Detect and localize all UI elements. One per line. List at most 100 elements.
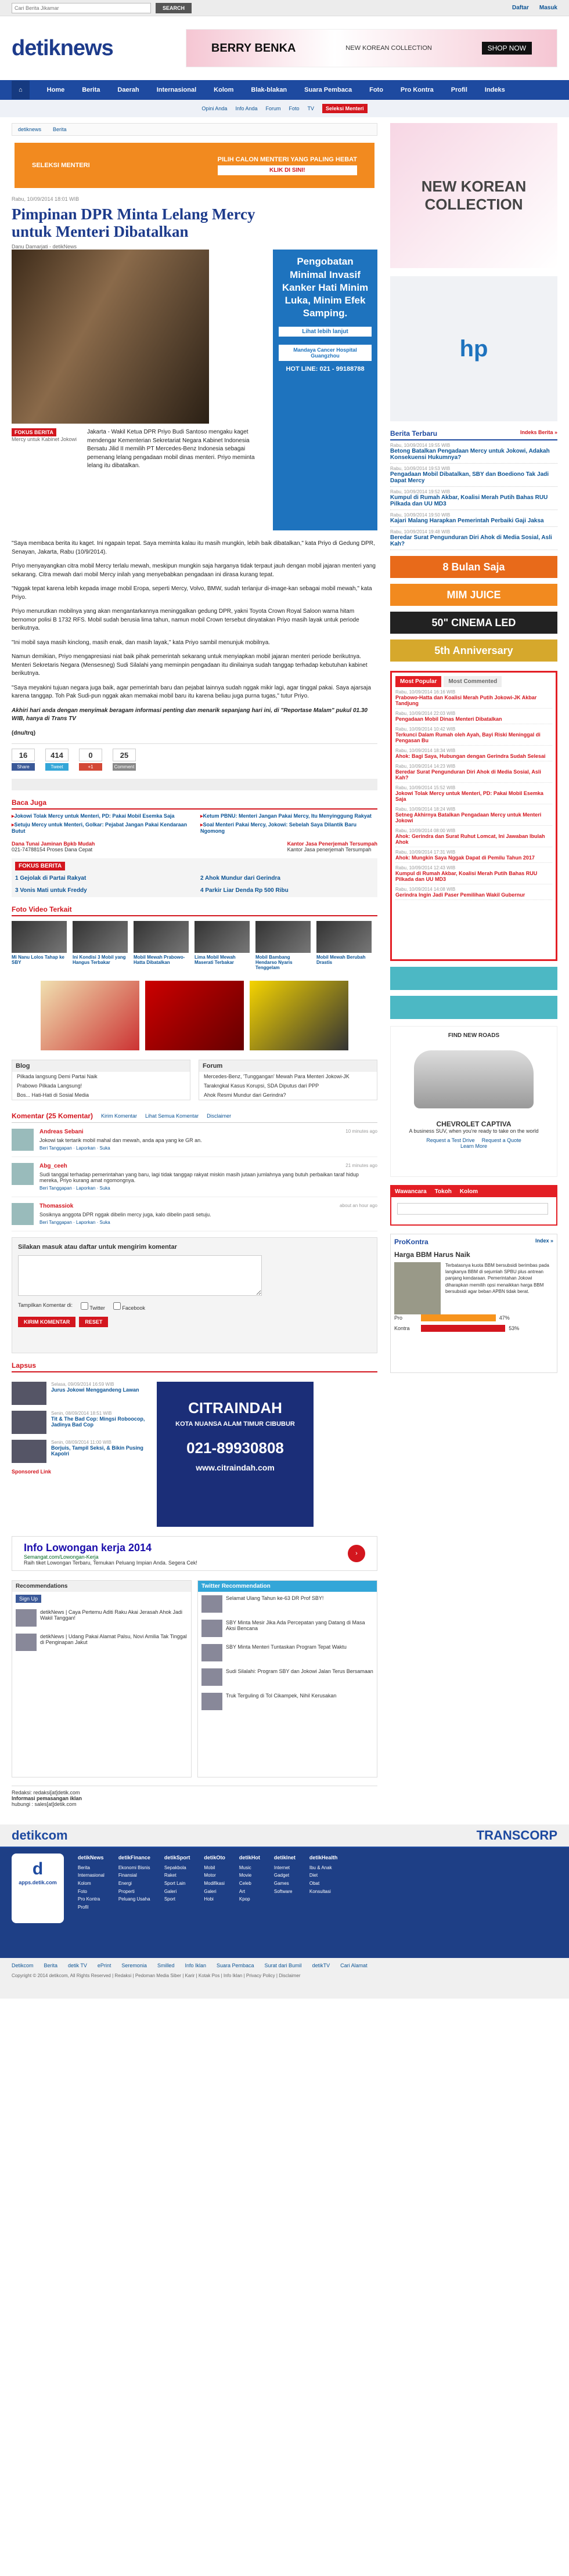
fokus-item[interactable]: 4 Parkir Liar Denda Rp 500 Ribu: [200, 887, 374, 894]
comment-author[interactable]: Abg_ceeh: [39, 1163, 67, 1169]
search-button[interactable]: SEARCH: [156, 2, 192, 13]
popular-item[interactable]: Rabu, 10/09/2014 15:52 WIB Jokowi Tolak M…: [395, 783, 552, 804]
test-drive-link[interactable]: Request a Test Drive: [426, 1137, 474, 1143]
footer-link[interactable]: detikTV: [312, 1963, 330, 1968]
nav-item-internasional[interactable]: Internasional: [157, 86, 196, 93]
reset-button[interactable]: RESET: [79, 1317, 109, 1328]
search-input[interactable]: [12, 2, 151, 13]
fokus-item[interactable]: 1 Gejolak di Partai Rakyat: [15, 875, 189, 881]
ad-one-heart[interactable]: [145, 981, 244, 1051]
tab-kolom[interactable]: Kolom: [460, 1188, 478, 1195]
prokontra-index-link[interactable]: Index »: [535, 1238, 553, 1246]
recommendation-item[interactable]: detikNews | Udang Pakai Alamat Palsu, No…: [12, 1630, 191, 1654]
quote-link[interactable]: Request a Quote: [482, 1137, 521, 1143]
publication-ad[interactable]: [390, 967, 557, 990]
twitter-rec-item[interactable]: Truk Terguling di Tol Cikampek, Nihil Ke…: [198, 1689, 377, 1714]
sponsored-link-left[interactable]: Dana Tunai Jaminan Bpkb Mudah: [12, 841, 95, 847]
nav-home-icon[interactable]: ⌂: [12, 81, 30, 99]
popular-item[interactable]: Rabu, 10/09/2014 14:23 WIB Beredar Surat …: [395, 761, 552, 783]
video-item[interactable]: Mobil Bambang Hendarso Nyaris Tenggelam: [255, 921, 311, 970]
video-item[interactable]: Lima Mobil Mewah Maserati Terbakar: [195, 921, 250, 970]
forum-item[interactable]: Mercedes-Benz, 'Tunggangan' Mewah Para M…: [199, 1072, 377, 1081]
ad-shop-button[interactable]: SHOP NOW: [481, 42, 532, 55]
sales-email[interactable]: hubungi : sales[at]detik.com: [12, 1801, 377, 1807]
facebook-share[interactable]: 16 Share: [12, 749, 35, 771]
twitter-rec-item[interactable]: Selamat Ulang Tahun ke-63 DR Prof SBY!: [198, 1592, 377, 1616]
footer-link[interactable]: Detikcom: [12, 1963, 34, 1968]
popular-item[interactable]: Rabu, 10/09/2014 22:03 WIB Pengadaan Mobi…: [395, 709, 552, 724]
nav-item-indeks[interactable]: Indeks: [485, 86, 505, 93]
twitter-rec-item[interactable]: SBY Minta Mesir Jika Ada Percepatan yang…: [198, 1616, 377, 1641]
chevrolet-ad[interactable]: FIND NEW ROADS CHEVROLET CAPTIVA A busin…: [390, 1026, 557, 1177]
subnav-seleksi-menteri[interactable]: Seleksi Menteri: [322, 104, 368, 113]
video-item[interactable]: Mi Nanu Lolos Tahap ke SBY: [12, 921, 67, 970]
signup-button[interactable]: Sign Up: [16, 1595, 42, 1603]
redaksi-email[interactable]: Redaksi: redaksi[at]detik.com: [12, 1790, 377, 1795]
popular-item[interactable]: Rabu, 10/09/2014 17:31 WIB Ahok: Mungkin …: [395, 847, 552, 863]
forum-item[interactable]: Tarakngkal Kasus Korupsi, SDA Diputus da…: [199, 1081, 377, 1090]
reply-button[interactable]: Beri Tanggapan: [39, 1220, 72, 1225]
popular-item[interactable]: Rabu, 10/09/2014 18:24 WIB Setneg Akhirny…: [395, 804, 552, 826]
reply-button[interactable]: Beri Tanggapan: [39, 1186, 72, 1191]
nav-item-daerah[interactable]: Daerah: [117, 86, 139, 93]
video-item[interactable]: Mobil Mewah Prabowo-Hatta Dibatalkan: [134, 921, 189, 970]
report-button[interactable]: Laporkan: [76, 1146, 95, 1151]
photo-tag[interactable]: FOKUS BERITA: [12, 428, 56, 437]
submit-comment-button[interactable]: KIRIM KOMENTAR: [18, 1317, 76, 1328]
related-item[interactable]: Setuju Mercy untuk Menteri, Golkar: Peja…: [12, 822, 189, 834]
tab-wawancara[interactable]: Wawancara: [395, 1188, 427, 1195]
ad-uob[interactable]: [41, 981, 139, 1051]
video-item[interactable]: Ini Kondisi 3 Mobil yang Hangus Terbakar: [73, 921, 128, 970]
nav-item-home[interactable]: Home: [47, 86, 65, 93]
blog-item[interactable]: Bos... Hati-Hati di Sosial Media: [12, 1090, 190, 1100]
twitter-rec-item[interactable]: Sudi Silalahi: Program SBY dan Jokowi Ja…: [198, 1665, 377, 1689]
breadcrumb-detiknews[interactable]: detiknews: [18, 127, 41, 132]
reply-button[interactable]: Beri Tanggapan: [39, 1146, 72, 1151]
promo-strip[interactable]: 8 Bulan Saja: [390, 556, 557, 578]
all-comments-link[interactable]: Lihat Semua Komentar: [145, 1113, 199, 1119]
promo-strip[interactable]: 5th Anniversary: [390, 640, 557, 662]
footer-link[interactable]: detik TV: [68, 1963, 87, 1968]
forum-item[interactable]: Ahok Resmi Mundur dari Gerindra?: [199, 1090, 377, 1100]
learn-more-link[interactable]: Learn More: [460, 1143, 487, 1149]
footer-link[interactable]: Smilled: [157, 1963, 175, 1968]
nav-item-berita[interactable]: Berita: [82, 86, 100, 93]
popular-item[interactable]: Rabu, 10/09/2014 18:34 WIB Ahok: Bagi Say…: [395, 746, 552, 761]
send-comment-link[interactable]: Kirim Komentar: [101, 1113, 137, 1119]
related-item[interactable]: Jokowi Tolak Mercy untuk Menteri, PD: Pa…: [12, 813, 189, 819]
tab-most-commented[interactable]: Most Commented: [444, 676, 502, 687]
pro-bar[interactable]: Pro 47%: [394, 1314, 553, 1321]
news-item[interactable]: Rabu, 10/09/2014 19:50 WIB Kajari Malang …: [390, 510, 557, 527]
detik-logo[interactable]: detiknews: [12, 36, 114, 61]
footer-link[interactable]: ePrint: [98, 1963, 111, 1968]
like-button[interactable]: Suka: [99, 1146, 110, 1151]
hp-ad[interactable]: hp: [390, 276, 557, 421]
twitter-checkbox[interactable]: Twitter: [81, 1302, 105, 1311]
app-promo[interactable]: d apps.detik.com: [12, 1854, 64, 1924]
footer-link[interactable]: Cari Alamat: [340, 1963, 368, 1968]
blog-item[interactable]: Pilkada langsung Demi Partai Naik: [12, 1072, 190, 1081]
related-item[interactable]: Soal Menteri Pakai Mercy, Jokowi: Sebela…: [200, 822, 377, 834]
nav-item-suara-pembaca[interactable]: Suara Pembaca: [304, 86, 352, 93]
twitter-rec-item[interactable]: SBY Minta Menteri Tuntaskan Program Tepa…: [198, 1641, 377, 1665]
nav-item-blak-blakan[interactable]: Blak-blakan: [251, 86, 287, 93]
register-link[interactable]: Daftar: [512, 5, 529, 11]
kontra-bar[interactable]: Kontra 53%: [394, 1325, 553, 1332]
comment-textarea[interactable]: [18, 1255, 262, 1296]
chevron-right-icon[interactable]: ›: [348, 1545, 365, 1563]
recommendation-item[interactable]: detikNews | Caya Pertemu Aditi Raku Akai…: [12, 1606, 191, 1630]
lowongan-ad[interactable]: Info Lowongan kerja 2014 Semangat.com/Low…: [12, 1536, 377, 1571]
like-button[interactable]: Suka: [99, 1186, 110, 1191]
footer-link[interactable]: Surat dari Bumil: [265, 1963, 302, 1968]
news-item[interactable]: Rabu, 10/09/2014 19:55 WIB Betong Batalka…: [390, 440, 557, 464]
tab-tokoh[interactable]: Tokoh: [435, 1188, 452, 1195]
tab-most-popular[interactable]: Most Popular: [395, 676, 442, 687]
breadcrumb-berita[interactable]: Berita: [53, 127, 67, 132]
login-link[interactable]: Masuk: [539, 5, 557, 11]
popular-item[interactable]: Rabu, 10/09/2014 08:00 WIB Ahok: Gerindra…: [395, 826, 552, 847]
news-item[interactable]: Rabu, 10/09/2014 19:52 WIB Kumpul di Ruma…: [390, 487, 557, 510]
transcorp-logo[interactable]: TRANSCORP: [477, 1828, 557, 1843]
nav-item-foto[interactable]: Foto: [369, 86, 383, 93]
comment-author[interactable]: Andreas Sebani: [39, 1129, 84, 1135]
nav-item-kolom[interactable]: Kolom: [214, 86, 233, 93]
